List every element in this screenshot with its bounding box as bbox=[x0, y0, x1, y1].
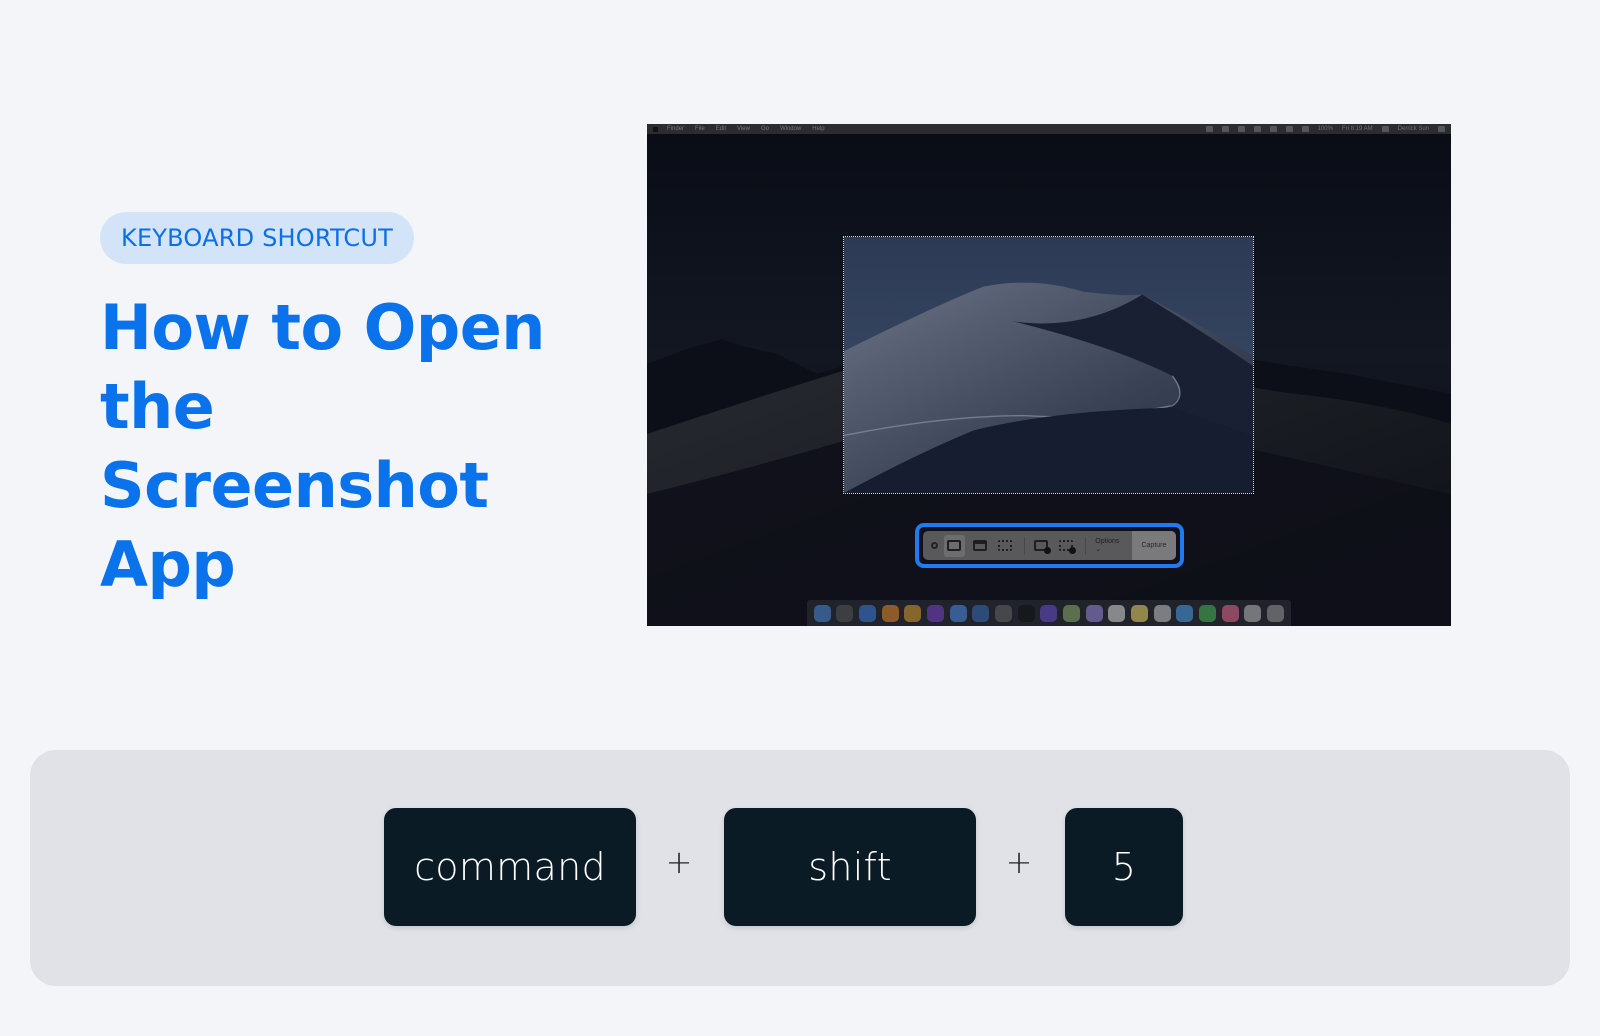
record-selection-icon bbox=[1058, 540, 1076, 554]
menubar-status-area: 100% Fri 8:19 AM Derrick Sun bbox=[1205, 126, 1445, 132]
key-shift: shift bbox=[724, 808, 976, 926]
close-icon[interactable] bbox=[931, 542, 938, 549]
key-command: command bbox=[384, 808, 636, 926]
trash-icon[interactable] bbox=[1266, 604, 1284, 622]
finder-icon[interactable] bbox=[813, 604, 831, 622]
creative-cloud-icon[interactable] bbox=[1237, 126, 1245, 132]
title-line-3: App bbox=[100, 528, 236, 601]
itunes-icon[interactable] bbox=[1040, 604, 1058, 622]
selected-region-image bbox=[844, 237, 1253, 493]
key-5: 5 bbox=[1065, 808, 1183, 926]
menu-finder[interactable]: Finder bbox=[667, 126, 684, 132]
toolbar-divider bbox=[1024, 536, 1026, 555]
photos-icon[interactable] bbox=[1221, 604, 1239, 622]
app-store-icon[interactable] bbox=[859, 604, 877, 622]
title-line-1: How to Open bbox=[100, 291, 545, 364]
mac-desktop-screenshot: Finder File Edit View Go Window Help 100… bbox=[647, 124, 1451, 626]
menubar-clock[interactable]: Fri 8:19 AM bbox=[1342, 126, 1373, 132]
menu-view[interactable]: View bbox=[737, 126, 750, 132]
capture-entire-screen-button[interactable] bbox=[943, 534, 965, 557]
maps-icon[interactable] bbox=[1063, 604, 1081, 622]
mac-dock bbox=[807, 600, 1291, 626]
screenshot-toolbar: Options ⌄ Capture bbox=[923, 531, 1176, 560]
menubar-user[interactable]: Derrick Sun bbox=[1398, 126, 1429, 132]
reminders-icon[interactable] bbox=[1153, 604, 1171, 622]
plus-separator: + bbox=[665, 843, 693, 881]
page-title: How to Open the Screenshot App bbox=[100, 288, 620, 604]
apple-logo-icon bbox=[653, 126, 658, 132]
chrome-icon[interactable] bbox=[904, 604, 922, 622]
keynote-icon[interactable] bbox=[949, 604, 967, 622]
documents-icon[interactable] bbox=[1244, 604, 1262, 622]
screen-icon[interactable] bbox=[1221, 126, 1229, 132]
wifi-icon[interactable] bbox=[1285, 126, 1293, 132]
menu-edit[interactable]: Edit bbox=[716, 126, 726, 132]
dropbox-icon[interactable] bbox=[1205, 126, 1213, 132]
apple-tv-icon[interactable] bbox=[1017, 604, 1035, 622]
shortcut-panel: command + shift + 5 bbox=[30, 750, 1570, 986]
launchpad-icon[interactable] bbox=[995, 604, 1013, 622]
toolbar-divider bbox=[1085, 536, 1087, 555]
books-icon[interactable] bbox=[881, 604, 899, 622]
imovie-icon[interactable] bbox=[927, 604, 945, 622]
title-line-2: the Screenshot bbox=[100, 370, 489, 522]
capture-window-button[interactable] bbox=[969, 535, 990, 557]
time-machine-icon[interactable] bbox=[1253, 126, 1261, 132]
record-screen-button[interactable] bbox=[1030, 535, 1051, 557]
notes-icon[interactable] bbox=[1131, 604, 1149, 622]
slack-icon[interactable] bbox=[1108, 604, 1126, 622]
record-selection-button[interactable] bbox=[1055, 535, 1076, 557]
category-badge: KEYBOARD SHORTCUT bbox=[100, 212, 415, 264]
menu-help[interactable]: Help bbox=[812, 126, 824, 132]
menu-window[interactable]: Window bbox=[780, 126, 801, 132]
capture-button[interactable]: Capture bbox=[1131, 531, 1176, 560]
messages-icon[interactable] bbox=[1176, 604, 1194, 622]
siri-icon[interactable] bbox=[836, 604, 854, 622]
capture-selection-area[interactable] bbox=[843, 236, 1254, 494]
music-icon[interactable] bbox=[1085, 604, 1103, 622]
full-screen-icon bbox=[947, 540, 962, 551]
selection-icon bbox=[997, 540, 1012, 551]
menu-go[interactable]: Go bbox=[761, 126, 769, 132]
menu-file[interactable]: File bbox=[695, 126, 705, 132]
facetime-icon[interactable] bbox=[1198, 604, 1216, 622]
search-icon[interactable] bbox=[1381, 126, 1389, 132]
list-icon[interactable] bbox=[1438, 126, 1445, 132]
preview-icon[interactable] bbox=[972, 604, 990, 622]
options-dropdown[interactable]: Options ⌄ bbox=[1095, 538, 1126, 553]
volume-icon[interactable] bbox=[1301, 126, 1309, 132]
capture-selection-button[interactable] bbox=[994, 535, 1015, 557]
plus-separator: + bbox=[1005, 843, 1033, 881]
bluetooth-icon[interactable] bbox=[1269, 126, 1277, 132]
mac-menubar: Finder File Edit View Go Window Help 100… bbox=[647, 124, 1451, 134]
battery-percent[interactable]: 100% bbox=[1318, 126, 1333, 132]
window-icon bbox=[972, 540, 987, 551]
record-screen-icon bbox=[1033, 540, 1051, 554]
